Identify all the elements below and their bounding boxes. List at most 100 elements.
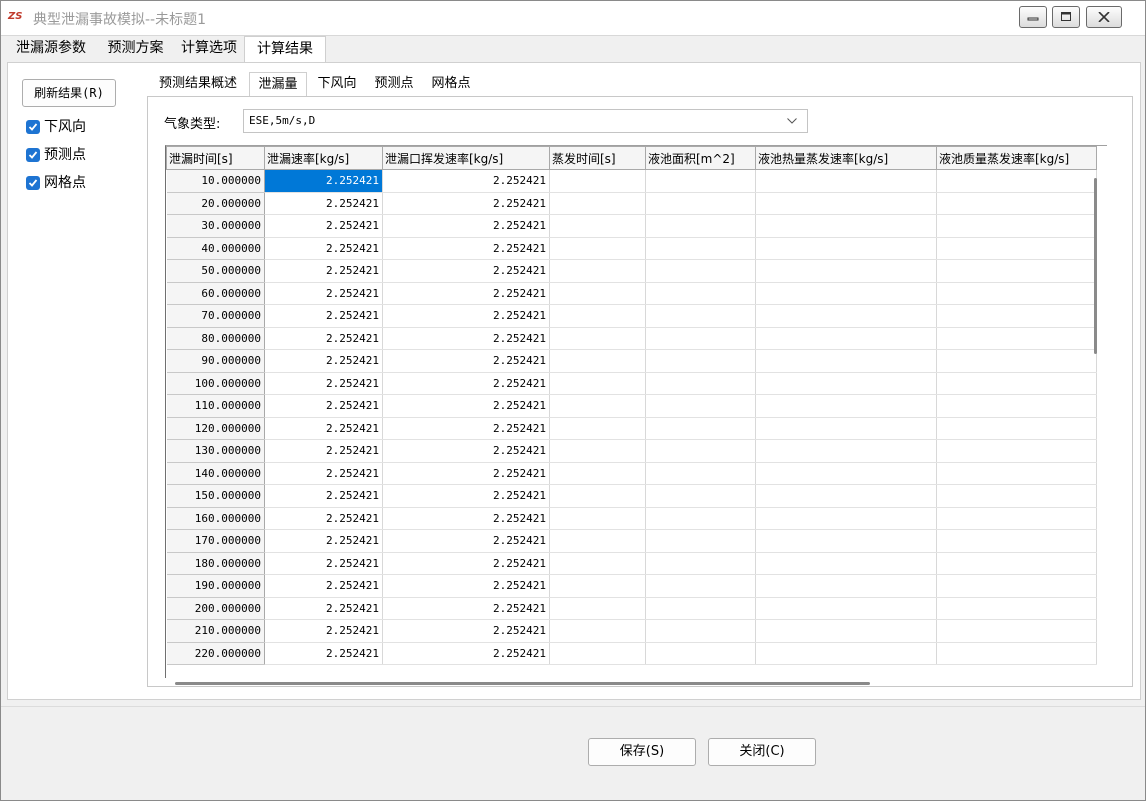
table-cell[interactable]: 2.252421 bbox=[382, 439, 550, 463]
table-cell[interactable] bbox=[755, 462, 937, 485]
row-header-cell[interactable]: 180.000000 bbox=[166, 552, 265, 575]
table-cell[interactable] bbox=[936, 372, 1097, 395]
table-cell[interactable] bbox=[936, 394, 1097, 418]
table-cell[interactable] bbox=[755, 214, 937, 238]
row-header-cell[interactable]: 190.000000 bbox=[166, 574, 265, 598]
table-cell[interactable] bbox=[755, 282, 937, 305]
table-cell[interactable] bbox=[936, 169, 1097, 193]
row-header-cell[interactable]: 210.000000 bbox=[166, 619, 265, 643]
table-cell[interactable] bbox=[549, 372, 646, 395]
horizontal-scrollbar-thumb[interactable] bbox=[175, 682, 870, 685]
table-cell[interactable]: 2.252421 bbox=[264, 304, 383, 328]
column-header[interactable]: 泄漏速率[kg/s] bbox=[264, 146, 383, 170]
table-cell[interactable] bbox=[645, 282, 756, 305]
table-cell[interactable]: 2.252421 bbox=[382, 507, 550, 530]
table-cell[interactable] bbox=[755, 507, 937, 530]
row-header-cell[interactable]: 20.000000 bbox=[166, 192, 265, 215]
row-header-cell[interactable]: 70.000000 bbox=[166, 304, 265, 328]
table-cell[interactable]: 2.252421 bbox=[382, 484, 550, 508]
table-cell[interactable] bbox=[755, 552, 937, 575]
table-cell[interactable] bbox=[755, 259, 937, 283]
table-cell[interactable]: 2.252421 bbox=[264, 372, 383, 395]
table-cell[interactable]: 2.252421 bbox=[382, 304, 550, 328]
table-cell[interactable] bbox=[549, 597, 646, 620]
table-cell[interactable] bbox=[645, 192, 756, 215]
table-cell[interactable] bbox=[755, 349, 937, 373]
table-cell[interactable]: 2.252421 bbox=[264, 484, 383, 508]
subtab-downwind[interactable]: 下风向 bbox=[309, 72, 365, 96]
tab-prediction-plan[interactable]: 预测方案 bbox=[99, 36, 172, 61]
row-header-cell[interactable]: 150.000000 bbox=[166, 484, 265, 508]
table-cell[interactable]: 2.252421 bbox=[264, 439, 383, 463]
tab-calc-options[interactable]: 计算选项 bbox=[176, 36, 242, 61]
table-cell[interactable] bbox=[645, 597, 756, 620]
table-cell[interactable] bbox=[549, 507, 646, 530]
table-cell[interactable]: 2.252421 bbox=[264, 327, 383, 350]
maximize-button[interactable] bbox=[1052, 6, 1080, 28]
table-cell[interactable] bbox=[755, 484, 937, 508]
column-header[interactable]: 泄漏时间[s] bbox=[166, 146, 265, 170]
table-cell[interactable] bbox=[936, 439, 1097, 463]
table-cell[interactable] bbox=[549, 394, 646, 418]
tab-leak-source[interactable]: 泄漏源参数 bbox=[7, 36, 95, 61]
row-header-cell[interactable]: 110.000000 bbox=[166, 394, 265, 418]
table-cell[interactable] bbox=[549, 484, 646, 508]
table-cell[interactable] bbox=[755, 642, 937, 665]
table-cell[interactable] bbox=[755, 394, 937, 418]
save-button[interactable]: 保存(S) bbox=[588, 738, 696, 766]
table-cell[interactable] bbox=[645, 372, 756, 395]
table-cell[interactable] bbox=[645, 237, 756, 260]
table-cell[interactable]: 2.252421 bbox=[264, 529, 383, 553]
results-grid[interactable]: 泄漏时间[s] 泄漏速率[kg/s] 泄漏口挥发速率[kg/s] 蒸发时间[s]… bbox=[165, 145, 1107, 678]
table-cell[interactable] bbox=[549, 304, 646, 328]
table-cell[interactable] bbox=[936, 597, 1097, 620]
table-cell[interactable]: 2.252421 bbox=[382, 372, 550, 395]
table-cell[interactable] bbox=[549, 259, 646, 283]
table-cell[interactable] bbox=[936, 462, 1097, 485]
table-cell[interactable] bbox=[645, 394, 756, 418]
table-cell[interactable] bbox=[936, 552, 1097, 575]
table-cell[interactable] bbox=[645, 327, 756, 350]
vertical-scrollbar-thumb[interactable] bbox=[1094, 178, 1097, 354]
table-cell[interactable] bbox=[755, 304, 937, 328]
column-header[interactable]: 泄漏口挥发速率[kg/s] bbox=[382, 146, 550, 170]
table-cell[interactable]: 2.252421 bbox=[382, 169, 550, 193]
table-cell[interactable] bbox=[645, 349, 756, 373]
table-cell[interactable] bbox=[645, 462, 756, 485]
row-header-cell[interactable]: 200.000000 bbox=[166, 597, 265, 620]
table-cell[interactable] bbox=[755, 237, 937, 260]
row-header-cell[interactable]: 100.000000 bbox=[166, 372, 265, 395]
table-cell[interactable] bbox=[755, 417, 937, 440]
table-cell[interactable]: 2.252421 bbox=[264, 417, 383, 440]
table-cell[interactable] bbox=[936, 417, 1097, 440]
table-cell[interactable] bbox=[755, 169, 937, 193]
row-header-cell[interactable]: 60.000000 bbox=[166, 282, 265, 305]
table-cell[interactable]: 2.252421 bbox=[264, 462, 383, 485]
table-cell[interactable] bbox=[936, 349, 1097, 373]
table-cell[interactable]: 2.252421 bbox=[382, 529, 550, 553]
table-cell[interactable]: 2.252421 bbox=[264, 642, 383, 665]
subtab-leak-amount[interactable]: 泄漏量 bbox=[249, 72, 307, 98]
table-cell[interactable]: 2.252421 bbox=[382, 237, 550, 260]
table-cell[interactable]: 2.252421 bbox=[264, 237, 383, 260]
table-cell[interactable]: 2.252421 bbox=[382, 349, 550, 373]
table-cell[interactable]: 2.252421 bbox=[382, 462, 550, 485]
table-cell[interactable] bbox=[645, 304, 756, 328]
row-header-cell[interactable]: 130.000000 bbox=[166, 439, 265, 463]
subtab-overview[interactable]: 预测结果概述 bbox=[149, 72, 247, 96]
row-header-cell[interactable]: 160.000000 bbox=[166, 507, 265, 530]
table-cell[interactable] bbox=[936, 619, 1097, 643]
row-header-cell[interactable]: 40.000000 bbox=[166, 237, 265, 260]
table-cell[interactable]: 2.252421 bbox=[382, 574, 550, 598]
table-cell[interactable] bbox=[549, 417, 646, 440]
table-cell[interactable]: 2.252421 bbox=[382, 597, 550, 620]
table-cell[interactable] bbox=[549, 529, 646, 553]
column-header[interactable]: 液池质量蒸发速率[kg/s] bbox=[936, 146, 1097, 170]
table-cell[interactable] bbox=[645, 214, 756, 238]
table-cell[interactable] bbox=[755, 439, 937, 463]
table-cell[interactable]: 2.252421 bbox=[264, 507, 383, 530]
table-cell[interactable] bbox=[936, 529, 1097, 553]
table-cell[interactable] bbox=[645, 259, 756, 283]
table-cell[interactable] bbox=[645, 552, 756, 575]
table-cell[interactable] bbox=[645, 169, 756, 193]
